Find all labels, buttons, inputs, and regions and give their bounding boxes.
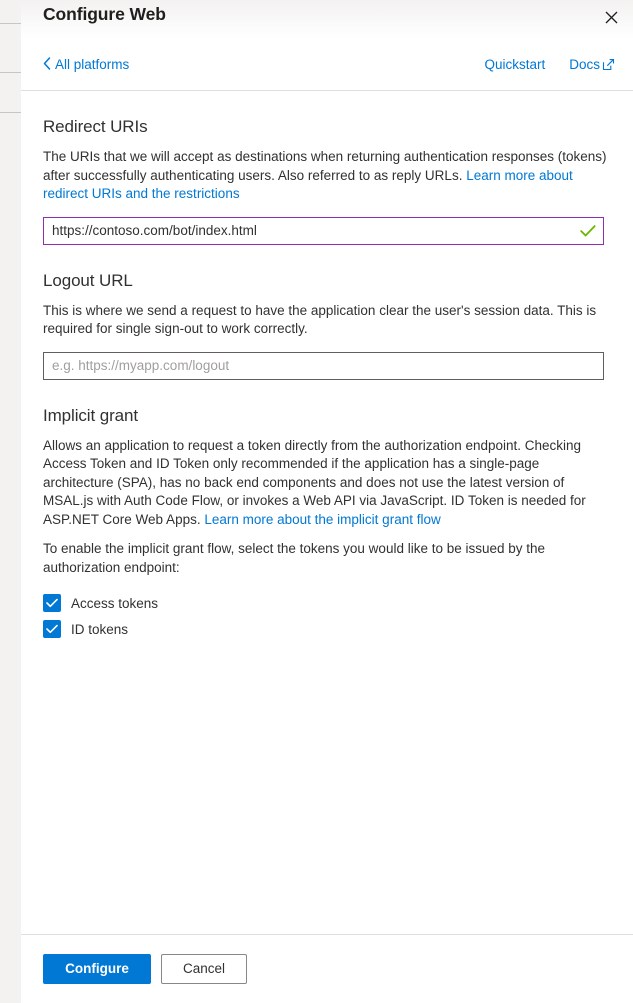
section-title-implicit-grant: Implicit grant — [43, 405, 138, 425]
docs-link[interactable]: Docs — [569, 57, 615, 72]
dialog-title: Configure Web — [43, 4, 166, 24]
logout-url-field-wrapper — [43, 351, 604, 380]
dialog-body: Redirect URIs The URIs that we will acce… — [21, 91, 633, 934]
back-to-all-platforms-label: All platforms — [55, 57, 130, 72]
id-tokens-checkbox[interactable]: ID tokens — [43, 616, 611, 642]
background-divider — [0, 23, 21, 24]
redirect-uri-field-wrapper — [43, 216, 604, 245]
section-title-redirect-uris: Redirect URIs — [43, 117, 148, 136]
section-description-logout-url: This is where we send a request to have … — [43, 302, 597, 337]
external-link-icon — [602, 58, 615, 71]
configure-button[interactable]: Configure — [43, 954, 151, 984]
dialog-header: Configure Web — [21, 0, 633, 46]
close-icon — [605, 11, 618, 24]
section-title-logout-url: Logout URL — [43, 270, 133, 290]
redirect-uri-input[interactable] — [43, 216, 604, 245]
quickstart-link[interactable]: Quickstart — [484, 57, 545, 72]
dialog-footer: Configure Cancel — [21, 934, 633, 1003]
section-description-implicit-grant: Allows an application to request a token… — [43, 437, 609, 530]
checkbox-checked-icon — [43, 594, 61, 612]
dialog-command-bar: All platforms Quickstart Docs — [21, 46, 633, 91]
checkbox-checked-icon — [43, 620, 61, 638]
close-button[interactable] — [595, 2, 627, 32]
access-tokens-checkbox-label: Access tokens — [71, 595, 159, 611]
access-tokens-checkbox[interactable]: Access tokens — [43, 590, 611, 616]
cancel-button[interactable]: Cancel — [161, 954, 247, 984]
configure-web-dialog: Configure Web All platforms Quickstart D… — [21, 0, 633, 1003]
command-bar-links: Quickstart Docs — [484, 57, 615, 72]
logout-url-input[interactable] — [43, 351, 604, 380]
background-divider — [0, 112, 21, 113]
background-divider — [0, 72, 21, 73]
docs-link-label: Docs — [569, 57, 600, 72]
learn-more-implicit-grant-link[interactable]: Learn more about the implicit grant flow — [204, 512, 440, 527]
implicit-grant-checkbox-list: Access tokens ID tokens — [43, 590, 611, 642]
section-description-redirect-uris: The URIs that we will accept as destinat… — [43, 148, 609, 204]
back-to-all-platforms-button[interactable]: All platforms — [43, 57, 129, 72]
chevron-left-icon — [43, 57, 51, 72]
id-tokens-checkbox-label: ID tokens — [71, 621, 129, 637]
implicit-grant-secondary-description: To enable the implicit grant flow, selec… — [43, 541, 546, 575]
